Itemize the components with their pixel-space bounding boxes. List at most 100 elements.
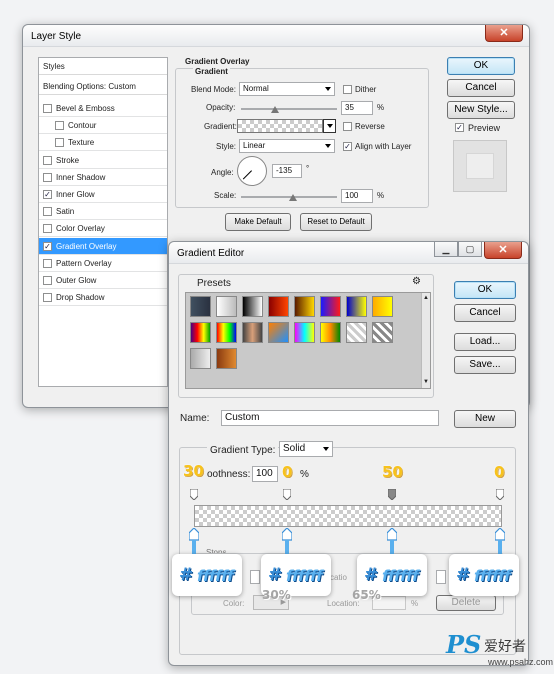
- sidebar-item-checkbox[interactable]: [55, 138, 64, 148]
- preset-swatch[interactable]: [320, 322, 341, 343]
- style-select[interactable]: Linear: [239, 139, 335, 153]
- cancel-button[interactable]: Cancel: [454, 304, 516, 322]
- ok-button[interactable]: OK: [447, 57, 515, 75]
- presets-menu-button[interactable]: ⚙: [412, 276, 421, 287]
- opacity-stop[interactable]: [282, 488, 292, 501]
- sidebar-item-label: Stroke: [56, 155, 80, 165]
- dither-checkbox[interactable]: [343, 85, 352, 94]
- blending-options-item[interactable]: Blending Options: Custom: [39, 78, 167, 95]
- gradient-type-select[interactable]: Solid: [279, 441, 333, 457]
- sidebar-item-color-overlay[interactable]: Color Overlay: [39, 220, 167, 238]
- scale-slider-thumb[interactable]: [289, 194, 297, 201]
- sidebar-item-label: Inner Shadow: [56, 172, 106, 182]
- preset-swatch[interactable]: [242, 322, 263, 343]
- sidebar-item-label: Pattern Overlay: [56, 258, 112, 268]
- preset-swatch[interactable]: [294, 322, 315, 343]
- ok-button[interactable]: OK: [454, 281, 516, 299]
- presets-scrollbar[interactable]: ▲ ▼: [421, 293, 430, 388]
- preset-swatch[interactable]: [216, 322, 237, 343]
- reset-to-default-button[interactable]: Reset to Default: [300, 213, 372, 231]
- opacity-input[interactable]: 35: [341, 101, 373, 115]
- preview-checkbox[interactable]: ✓: [455, 123, 464, 132]
- gradient-dropdown-button[interactable]: [323, 119, 336, 133]
- preset-swatch[interactable]: [294, 296, 315, 317]
- sidebar-item-checkbox[interactable]: ✓: [43, 241, 52, 251]
- sidebar-item-bevel-emboss[interactable]: Bevel & Emboss: [39, 100, 167, 117]
- sidebar-item-checkbox[interactable]: [43, 207, 52, 217]
- angle-degree: °: [306, 164, 310, 173]
- preset-swatch[interactable]: [216, 296, 237, 317]
- preset-swatch[interactable]: [190, 296, 211, 317]
- opacity-slider-thumb[interactable]: [270, 106, 279, 113]
- opacity-stop[interactable]: [189, 488, 199, 501]
- close-button[interactable]: ✕: [484, 242, 522, 259]
- sidebar-item-checkbox[interactable]: [43, 172, 52, 182]
- maximize-button[interactable]: ▢: [458, 242, 482, 257]
- cancel-button[interactable]: Cancel: [447, 79, 515, 97]
- sidebar-item-checkbox[interactable]: ✓: [43, 190, 52, 199]
- preset-swatch[interactable]: [216, 348, 237, 369]
- styles-header[interactable]: Styles: [39, 58, 167, 75]
- sidebar-item-label: Satin: [56, 207, 75, 217]
- sidebar-item-checkbox[interactable]: [43, 224, 52, 234]
- smoothness-input[interactable]: 100: [252, 466, 278, 482]
- layer-style-titlebar[interactable]: Layer Style ✕: [23, 25, 529, 47]
- sidebar-item-checkbox[interactable]: [43, 293, 52, 303]
- sidebar-item-contour[interactable]: Contour: [39, 117, 167, 135]
- sidebar-item-texture[interactable]: Texture: [39, 134, 167, 152]
- preset-swatch[interactable]: [372, 322, 393, 343]
- sidebar-item-pattern-overlay[interactable]: Pattern Overlay: [39, 255, 167, 272]
- smoothness-percent: %: [300, 469, 309, 480]
- blend-mode-label: Blend Mode:: [191, 85, 236, 94]
- minimize-button[interactable]: ▁: [434, 242, 458, 257]
- gradient-bar[interactable]: [194, 505, 502, 527]
- save-button[interactable]: Save...: [454, 356, 516, 374]
- sidebar-item-inner-glow[interactable]: ✓ Inner Glow: [39, 186, 167, 203]
- chevron-down-icon: [325, 144, 331, 148]
- gradient-preview[interactable]: [237, 119, 323, 133]
- sidebar-item-gradient-overlay[interactable]: ✓ Gradient Overlay: [39, 237, 167, 255]
- sidebar-item-satin[interactable]: Satin: [39, 203, 167, 221]
- preset-swatch[interactable]: [190, 322, 211, 343]
- preset-swatch[interactable]: [268, 296, 289, 317]
- opacity-slider[interactable]: [241, 108, 337, 110]
- scale-input[interactable]: 100: [341, 189, 373, 203]
- load-button[interactable]: Load...: [454, 333, 516, 351]
- reverse-label: Reverse: [355, 122, 385, 131]
- close-icon: ✕: [498, 244, 508, 256]
- angle-input[interactable]: -135: [272, 164, 302, 178]
- sidebar-item-checkbox[interactable]: [43, 276, 52, 285]
- new-button[interactable]: New: [454, 410, 516, 428]
- new-style-button[interactable]: New Style...: [447, 101, 515, 119]
- blend-mode-select[interactable]: Normal: [239, 82, 335, 96]
- opacity-stop[interactable]: [387, 488, 397, 501]
- preset-swatch[interactable]: [346, 296, 367, 317]
- sidebar-item-inner-shadow[interactable]: Inner Shadow: [39, 169, 167, 186]
- location-annotation-2: 65%: [352, 588, 381, 602]
- gradient-editor-titlebar[interactable]: Gradient Editor ▁ ▢ ✕: [169, 242, 528, 264]
- preset-swatch[interactable]: [268, 322, 289, 343]
- close-button[interactable]: ✕: [485, 25, 523, 42]
- sidebar-item-checkbox[interactable]: [55, 121, 64, 131]
- sidebar-item-drop-shadow[interactable]: Drop Shadow: [39, 289, 167, 307]
- sidebar-item-checkbox[interactable]: [43, 155, 52, 165]
- preset-swatch[interactable]: [242, 296, 263, 317]
- opacity-stop-field[interactable]: [250, 570, 260, 584]
- angle-dial[interactable]: [237, 156, 267, 186]
- make-default-button[interactable]: Make Default: [225, 213, 291, 231]
- delete-button[interactable]: Delete: [436, 595, 496, 611]
- sidebar-item-checkbox[interactable]: [43, 104, 52, 113]
- sidebar-item-checkbox[interactable]: [43, 258, 52, 268]
- opacity-annotation-2: 0: [282, 463, 293, 481]
- reverse-checkbox[interactable]: [343, 122, 352, 131]
- preset-swatch[interactable]: [372, 296, 393, 317]
- sidebar-item-stroke[interactable]: Stroke: [39, 152, 167, 169]
- sidebar-item-outer-glow[interactable]: Outer Glow: [39, 272, 167, 289]
- align-with-layer-checkbox[interactable]: ✓: [343, 142, 352, 151]
- preset-swatch[interactable]: [346, 322, 367, 343]
- opacity-stop[interactable]: [495, 488, 505, 501]
- opacity-stop-location-field[interactable]: [436, 570, 446, 584]
- preset-swatch[interactable]: [320, 296, 341, 317]
- preset-swatch[interactable]: [190, 348, 211, 369]
- name-input[interactable]: Custom: [221, 410, 439, 426]
